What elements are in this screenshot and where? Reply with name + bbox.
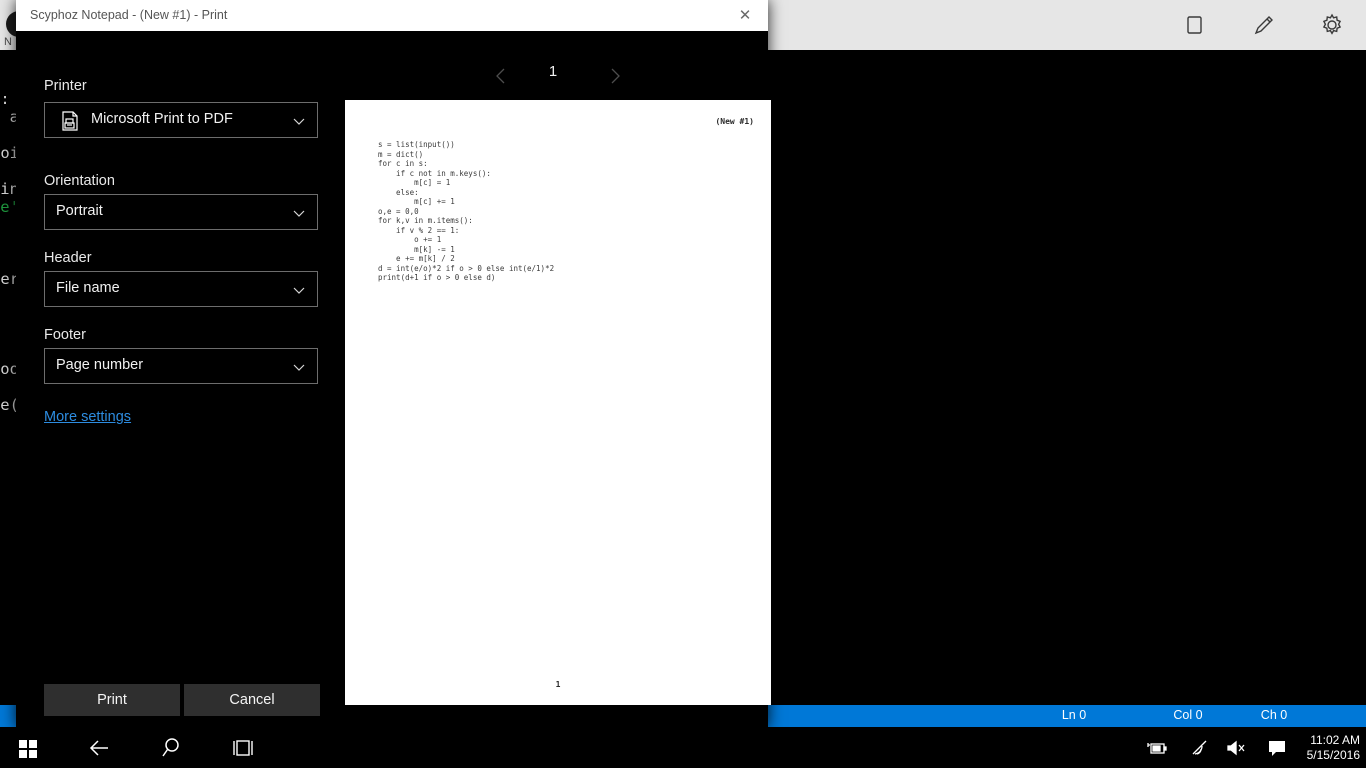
footer-value: Page number	[56, 357, 144, 373]
preview-page: (New #1) s = list(input()) m = dict() fo…	[345, 100, 771, 705]
windows-start-icon[interactable]	[14, 734, 42, 762]
print-preview-pane: 1 (New #1) s = list(input()) m = dict() …	[328, 31, 771, 728]
taskbar: 11:02 AM 5/15/2016	[0, 728, 1366, 768]
page-number-indicator: 1	[548, 63, 558, 80]
printer-label: Printer	[44, 78, 87, 94]
preview-page-header: (New #1)	[715, 117, 754, 126]
dialog-actions: Print Cancel	[16, 684, 328, 724]
gear-icon[interactable]	[1315, 8, 1349, 42]
orientation-value: Portrait	[56, 203, 103, 219]
chevron-down-icon	[291, 205, 307, 221]
print-dialog: Scyphoz Notepad - (New #1) - Print ✕ Pri…	[16, 0, 771, 728]
close-icon[interactable]: ✕	[722, 0, 768, 31]
more-settings-link[interactable]: More settings	[44, 409, 131, 425]
chevron-down-icon	[291, 359, 307, 375]
printer-value: Microsoft Print to PDF	[91, 111, 233, 127]
chevron-right-icon[interactable]	[604, 65, 626, 87]
chevron-down-icon	[291, 282, 307, 298]
status-character: Ch 0	[1260, 708, 1288, 722]
status-column: Col 0	[1173, 708, 1203, 722]
app-titlebar-subtext: N	[4, 36, 13, 48]
printer-document-icon	[59, 110, 81, 132]
print-button[interactable]: Print	[44, 684, 180, 716]
battery-charging-icon[interactable]	[1144, 736, 1168, 760]
header-value: File name	[56, 280, 120, 296]
notifications-icon[interactable]	[1265, 736, 1289, 760]
clock[interactable]: 11:02 AM 5/15/2016	[1298, 733, 1360, 763]
footer-select[interactable]: Page number	[44, 348, 318, 384]
status-line: Ln 0	[1061, 708, 1087, 722]
footer-label: Footer	[44, 327, 86, 343]
print-settings-pane: Printer Microsoft Print to PDF Orientati…	[16, 31, 328, 728]
page-navigation: 1	[328, 63, 768, 93]
chevron-down-icon	[291, 113, 307, 129]
orientation-select[interactable]: Portrait	[44, 194, 318, 230]
clock-date: 5/15/2016	[1306, 748, 1360, 762]
search-icon[interactable]	[157, 734, 185, 762]
dialog-title: Scyphoz Notepad - (New #1) - Print	[30, 8, 228, 22]
chevron-left-icon[interactable]	[490, 65, 512, 87]
volume-muted-icon[interactable]	[1224, 736, 1248, 760]
wifi-icon[interactable]	[1188, 736, 1212, 760]
note-icon[interactable]	[1178, 8, 1212, 42]
cancel-button[interactable]: Cancel	[184, 684, 320, 716]
printer-select[interactable]: Microsoft Print to PDF	[44, 102, 318, 138]
back-arrow-icon[interactable]	[86, 734, 114, 762]
preview-page-body: s = list(input()) m = dict() for c in s:…	[378, 140, 555, 282]
orientation-label: Orientation	[44, 173, 115, 189]
dialog-titlebar: Scyphoz Notepad - (New #1) - Print ✕	[16, 0, 768, 32]
clock-time: 11:02 AM	[1310, 733, 1360, 747]
pencil-icon[interactable]	[1247, 8, 1281, 42]
header-label: Header	[44, 250, 92, 266]
header-select[interactable]: File name	[44, 271, 318, 307]
preview-page-footer: 1	[555, 680, 561, 689]
task-view-icon[interactable]	[229, 734, 257, 762]
